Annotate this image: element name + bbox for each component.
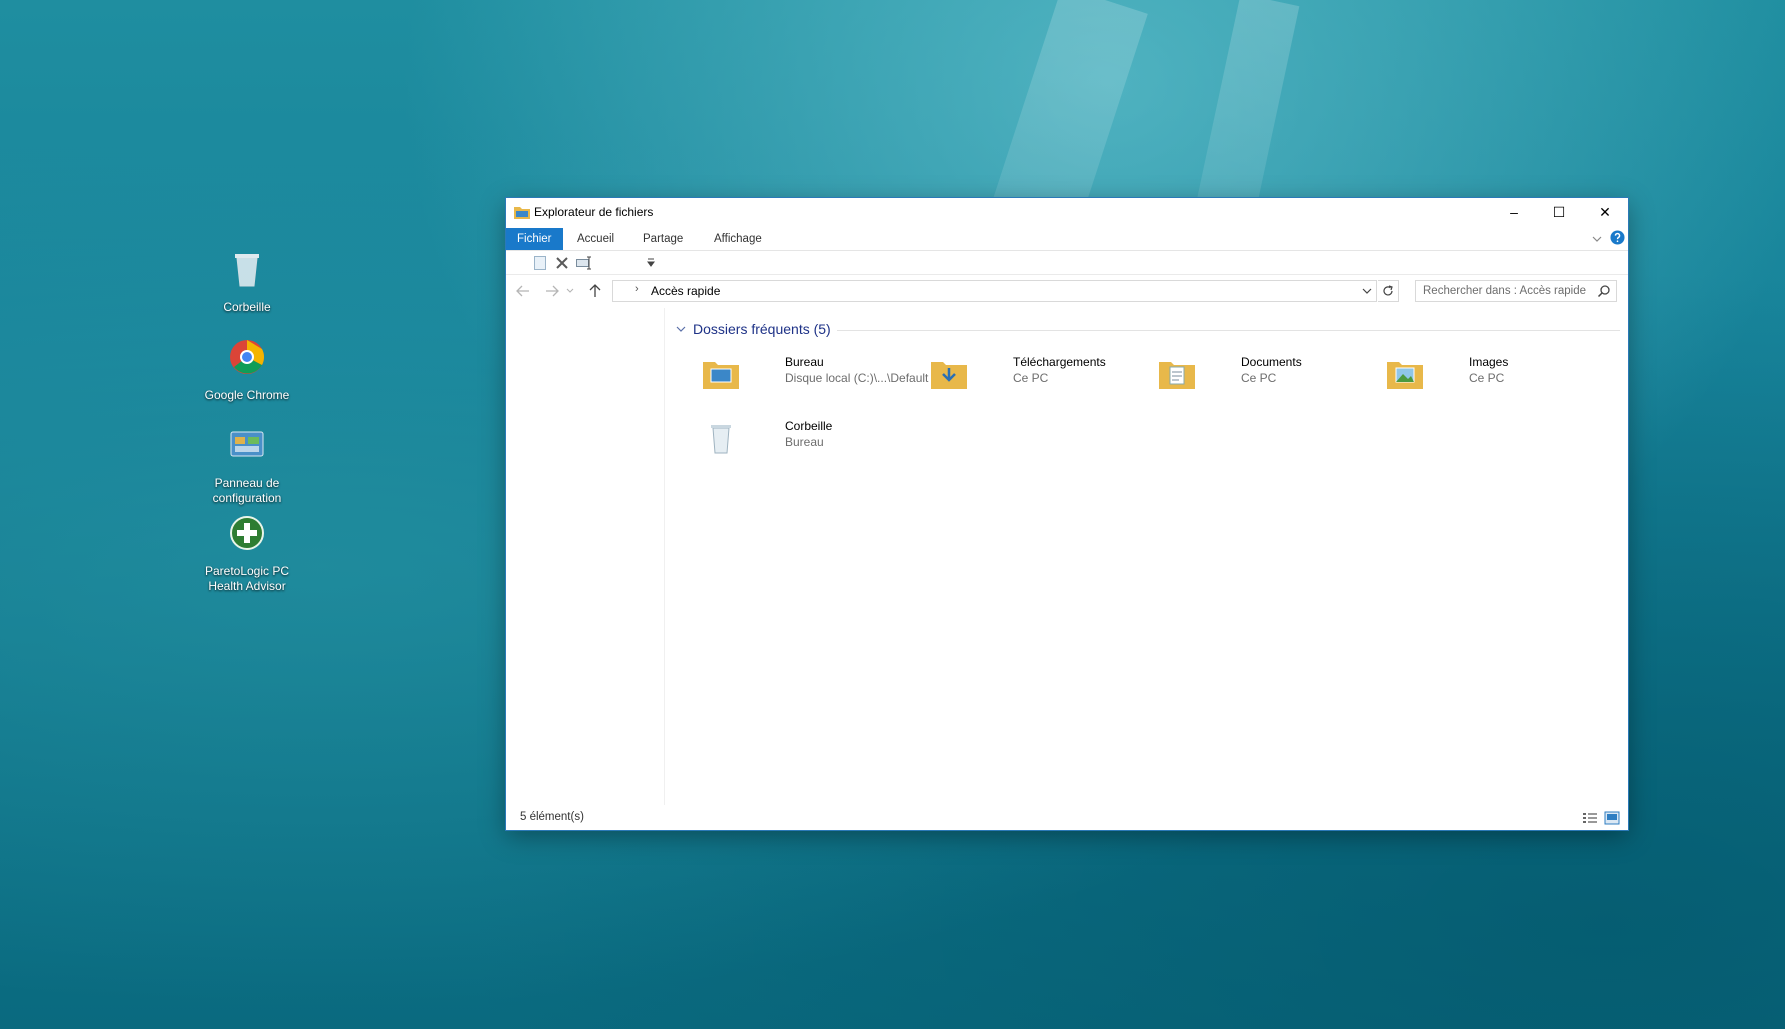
navigation-pane[interactable] (506, 308, 665, 805)
large-icons-view-icon[interactable] (1604, 811, 1620, 825)
folder-name: Téléchargements (1013, 355, 1106, 369)
desktop-icon-health-advisor[interactable]: ParetoLogic PC Health Advisor (187, 512, 307, 594)
tab-accueil[interactable]: Accueil (566, 228, 625, 250)
desktop-icon-label: ParetoLogic PC Health Advisor (204, 564, 290, 593)
rename-button[interactable] (576, 255, 592, 271)
chevron-down-icon (566, 288, 574, 293)
address-history-chevron-icon[interactable] (1361, 285, 1373, 297)
folder-tile-images[interactable]: Images Ce PC (1385, 352, 1605, 396)
folder-location: Disque local (C:)\...\Default (785, 371, 929, 385)
back-button[interactable] (514, 282, 532, 300)
desktop-icon-recycle-bin[interactable]: Corbeille (187, 248, 307, 315)
desktop-icon-label: Corbeille (223, 300, 271, 314)
title-bar[interactable]: Explorateur de fichiers – ☐ ✕ (506, 198, 1628, 226)
documents-folder-icon (1159, 362, 1195, 389)
folder-name: Images (1469, 355, 1509, 369)
recycle-bin-icon (711, 425, 731, 454)
desktop-icon-label: Google Chrome (204, 388, 290, 402)
maximize-button[interactable]: ☐ (1536, 198, 1582, 226)
group-divider (837, 330, 1620, 331)
folder-name: Bureau (785, 355, 824, 369)
tab-fichier[interactable]: Fichier (506, 228, 563, 250)
downloads-folder-icon (931, 362, 967, 389)
folder-tile-corbeille[interactable]: Corbeille Bureau (701, 416, 921, 460)
tab-partage[interactable]: Partage (632, 228, 694, 250)
refresh-button[interactable] (1378, 280, 1399, 302)
properties-icon (534, 256, 546, 270)
minimize-button[interactable]: – (1491, 198, 1537, 226)
arrow-up-icon (589, 284, 601, 297)
minimize-icon: – (1510, 204, 1518, 220)
pictures-folder-icon (1387, 362, 1423, 389)
ribbon-expand-icon[interactable] (1591, 234, 1603, 244)
folder-location: Ce PC (1013, 371, 1049, 385)
dropdown-arrow-icon (647, 258, 655, 267)
delete-button[interactable] (554, 255, 570, 271)
up-button[interactable] (586, 282, 604, 300)
content-pane: Dossiers fréquents (5) Bureau Disque loc… (665, 308, 1628, 805)
item-count: 5 élément(s) (520, 811, 584, 823)
refresh-icon (1383, 285, 1393, 296)
close-button[interactable]: ✕ (1582, 198, 1628, 226)
group-header-frequent-folders[interactable]: Dossiers fréquents (5) (675, 319, 831, 339)
folder-location: Ce PC (1241, 371, 1277, 385)
search-icon[interactable] (1597, 284, 1611, 298)
address-bar[interactable]: › Accès rapide (612, 280, 1377, 302)
customize-toolbar-button[interactable] (643, 255, 659, 271)
folder-tile-documents[interactable]: Documents Ce PC (1157, 352, 1377, 396)
help-icon[interactable] (1610, 230, 1625, 245)
close-icon: ✕ (1599, 203, 1611, 220)
maximize-icon: ☐ (1552, 203, 1566, 220)
file-explorer-window: Explorateur de fichiers – ☐ ✕ Fichier Ac… (506, 198, 1628, 830)
folder-name: Corbeille (785, 419, 833, 433)
arrow-right-icon (546, 285, 559, 297)
breadcrumb-chevron-icon[interactable]: › (635, 283, 639, 295)
window-title: Explorateur de fichiers (534, 205, 654, 219)
search-input[interactable] (1416, 281, 1599, 301)
health-advisor-icon (230, 516, 264, 550)
forward-button[interactable] (543, 282, 561, 300)
desktop-icon-chrome[interactable]: Google Chrome (187, 336, 307, 403)
folder-location: Bureau (785, 435, 824, 449)
rename-icon (576, 256, 591, 270)
control-panel-icon (230, 431, 264, 457)
folder-name: Documents (1241, 355, 1302, 369)
file-explorer-icon (514, 207, 530, 219)
folder-tile-bureau[interactable]: Bureau Disque local (C:)\...\Default (701, 352, 928, 396)
navigation-bar: › Accès rapide (506, 276, 1628, 306)
folder-location: Ce PC (1469, 371, 1505, 385)
breadcrumb-acces-rapide[interactable]: Accès rapide (651, 284, 720, 298)
desktop-folder-icon (703, 362, 739, 389)
chrome-icon (230, 340, 264, 374)
search-box (1415, 280, 1617, 302)
delete-icon (556, 257, 568, 269)
details-view-icon[interactable] (1582, 811, 1598, 825)
recent-locations-button[interactable] (564, 282, 576, 300)
tab-affichage[interactable]: Affichage (703, 228, 773, 250)
recycle-bin-icon (235, 254, 259, 287)
folder-tile-telechargements[interactable]: Téléchargements Ce PC (929, 352, 1149, 396)
properties-button[interactable] (532, 255, 548, 271)
status-bar: 5 élément(s) (506, 806, 1628, 830)
arrow-left-icon (516, 285, 529, 297)
desktop-icon-control-panel[interactable]: Panneau de configuration (187, 424, 307, 506)
ribbon-tabs: Fichier Accueil Partage Affichage (506, 228, 1628, 251)
group-title: Dossiers fréquents (5) (693, 321, 831, 337)
desktop-icon-label: Panneau de configuration (212, 476, 282, 505)
collapse-chevron-icon (676, 326, 686, 332)
quick-access-toolbar (506, 251, 1628, 275)
